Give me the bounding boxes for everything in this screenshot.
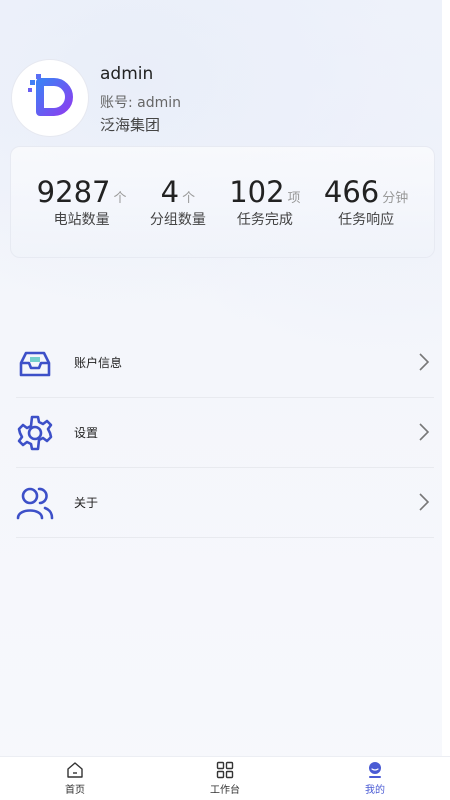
- menu-item-about[interactable]: 关于: [16, 468, 434, 538]
- stat-value: 102: [229, 175, 285, 209]
- stat-label: 电站数量: [53, 212, 110, 228]
- account-id: 账号: admin: [100, 95, 182, 111]
- stat-label: 任务响应: [338, 212, 395, 228]
- avatar[interactable]: [12, 60, 88, 136]
- username: admin: [100, 64, 154, 84]
- settings-menu: 账户信息 设置 关于: [16, 328, 434, 538]
- tab-workbench[interactable]: 工作台: [150, 757, 300, 800]
- stat-group-count[interactable]: 4 个 分组数量: [150, 147, 206, 257]
- user-icon: [369, 762, 381, 778]
- menu-item-account-info[interactable]: 账户信息: [16, 328, 434, 398]
- tab-mine[interactable]: 我的: [300, 757, 450, 800]
- bottom-tab-bar: 首页 工作台 我的: [0, 756, 450, 800]
- stat-unit: 分钟: [382, 191, 409, 206]
- users-icon: [16, 484, 54, 522]
- chevron-right-icon: [419, 423, 430, 441]
- tab-label: 工作台: [210, 785, 240, 796]
- stat-label: 分组数量: [149, 212, 206, 228]
- menu-label: 账户信息: [74, 356, 123, 370]
- tab-home[interactable]: 首页: [0, 757, 150, 800]
- gear-icon: [16, 414, 54, 452]
- stat-value: 466: [323, 175, 380, 209]
- stat-task-response[interactable]: 466 分钟 任务响应: [324, 147, 408, 257]
- tab-label: 首页: [65, 785, 85, 796]
- stat-tasks-completed[interactable]: 102 项 任务完成: [229, 147, 300, 257]
- stat-label: 任务完成: [236, 212, 293, 228]
- grid-icon: [216, 761, 234, 779]
- stat-unit: 个: [182, 191, 196, 206]
- chevron-right-icon: [419, 353, 430, 371]
- stat-unit: 项: [287, 191, 301, 206]
- stat-station-count[interactable]: 9287 个 电站数量: [37, 147, 127, 257]
- stat-value: 4: [160, 175, 180, 209]
- stats-card: 9287 个 电站数量 4 个 分组数量 102 项 任务完成 466 分钟 任…: [10, 146, 435, 258]
- menu-label: 关于: [74, 496, 99, 510]
- menu-label: 设置: [74, 426, 99, 440]
- inbox-icon: [16, 344, 54, 382]
- menu-item-settings[interactable]: 设置: [16, 398, 434, 468]
- stat-value: 9287: [36, 175, 111, 209]
- home-icon: [67, 762, 83, 778]
- profile-header: admin 账号: admin 泛海集团: [12, 60, 432, 140]
- app-logo-icon: [28, 74, 73, 116]
- right-edge: [442, 0, 450, 760]
- tab-label: 我的: [365, 785, 385, 796]
- stat-unit: 个: [113, 191, 127, 206]
- company-name: 泛海集团: [100, 116, 161, 134]
- chevron-right-icon: [419, 493, 430, 511]
